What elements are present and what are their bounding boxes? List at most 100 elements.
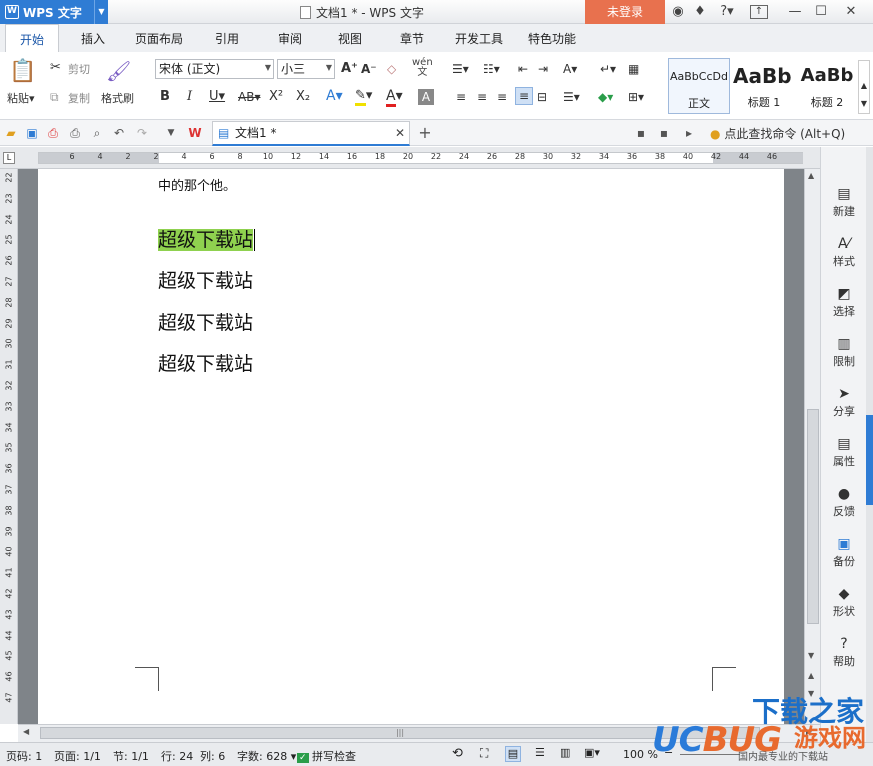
vertical-scroll-thumb[interactable]: [807, 409, 819, 624]
scissors-icon[interactable]: ✂: [50, 60, 61, 76]
tab-developer[interactable]: 开发工具: [455, 30, 503, 47]
tab-view[interactable]: 视图: [338, 30, 362, 47]
sidebar-item-style[interactable]: A⁄ 样式: [821, 235, 867, 269]
close-icon[interactable]: ✕: [395, 122, 405, 144]
styles-more-icon[interactable]: ▲ ▼: [858, 60, 870, 114]
numbering-icon[interactable]: ☷▾: [483, 61, 500, 77]
scroll-down-icon[interactable]: ▼: [808, 651, 814, 660]
login-button[interactable]: 未登录: [585, 0, 665, 24]
text-line[interactable]: 超级下载站: [158, 266, 253, 293]
copy-icon[interactable]: ⧉: [50, 89, 59, 105]
sidebar-item-share[interactable]: ➤ 分享: [821, 385, 867, 419]
text-line[interactable]: 超级下载站: [158, 308, 253, 335]
scroll-left-icon[interactable]: ◀: [23, 727, 29, 736]
bold-icon[interactable]: B: [160, 89, 170, 105]
subscript-icon[interactable]: X₂: [296, 89, 310, 105]
tab-page-layout[interactable]: 页面布局: [135, 30, 183, 47]
scroll-up-icon[interactable]: ▲: [808, 171, 814, 180]
tab-stop-icon[interactable]: L: [3, 152, 15, 164]
justify-icon[interactable]: ≡: [515, 87, 533, 105]
wps-w-icon[interactable]: W: [187, 125, 203, 141]
borders-icon[interactable]: ⊞▾: [628, 89, 644, 105]
reading-view-icon[interactable]: ▣▾: [584, 746, 600, 759]
revision-icon[interactable]: ⟲: [452, 746, 463, 761]
tab-references[interactable]: 引用: [215, 30, 239, 47]
upload-icon[interactable]: ↑: [750, 5, 768, 19]
vertical-ruler[interactable]: 22 23 24 25 26 27 28 29 30 31 32 33 34 35 36 37 38 39 40 41…: [0, 169, 18, 724]
line-spacing-icon[interactable]: ☰▾: [563, 89, 580, 105]
task-pane-edge[interactable]: [866, 147, 873, 744]
vertical-scrollbar[interactable]: ▲ ▼ ▲ ▼: [804, 169, 820, 724]
paragraph-mark-icon[interactable]: ↵▾: [600, 61, 616, 77]
skin-icon[interactable]: ◉: [670, 3, 686, 21]
shading-icon[interactable]: ◆▾: [598, 89, 613, 105]
font-size-select[interactable]: 小三 ▼: [277, 59, 335, 79]
sidebar-item-help[interactable]: ? 帮助: [821, 635, 867, 669]
page-view-icon[interactable]: ▤: [505, 746, 521, 762]
align-right-icon[interactable]: ≡: [497, 89, 507, 105]
text-line[interactable]: 超级下载站: [158, 349, 253, 376]
sidebar-item-properties[interactable]: ▤ 属性: [821, 435, 867, 469]
customize-icon[interactable]: ▼: [163, 125, 179, 141]
tab-insert[interactable]: 插入: [81, 30, 105, 47]
help-menu-icon[interactable]: ?▾: [716, 3, 738, 21]
tab-review[interactable]: 审阅: [278, 30, 302, 47]
phonetic-icon[interactable]: wén 文: [412, 58, 433, 78]
chevron-down-icon[interactable]: ▼: [94, 0, 108, 24]
format-painter-icon[interactable]: 🖌: [106, 58, 131, 84]
format-painter-button[interactable]: 格式刷: [101, 90, 134, 106]
status-word-count[interactable]: 字数: 628 ▾: [237, 748, 296, 764]
text-fragment[interactable]: 中的那个他。: [158, 175, 236, 194]
minimize-icon[interactable]: —: [786, 3, 804, 21]
paste-button[interactable]: 粘贴▾: [7, 90, 35, 106]
outline-view-icon[interactable]: ☰: [535, 746, 545, 759]
sidebar-item-restrict[interactable]: ▥ 限制: [821, 335, 867, 369]
sort-icon[interactable]: A▾: [563, 61, 577, 77]
italic-icon[interactable]: I: [187, 89, 192, 105]
strikethrough-icon[interactable]: AB▾: [238, 89, 260, 105]
fullscreen-icon[interactable]: ⛶: [480, 746, 488, 761]
close-icon[interactable]: ✕: [842, 3, 860, 21]
window-icon[interactable]: ▪: [633, 125, 649, 141]
align-center-icon[interactable]: ≡: [477, 89, 487, 105]
table-icon[interactable]: ▦: [628, 61, 639, 77]
sidebar-item-feedback[interactable]: ● 反馈: [821, 485, 867, 519]
status-spell-check[interactable]: ✓ 拼写检查: [297, 748, 356, 764]
new-tab-icon[interactable]: +: [417, 125, 433, 141]
grow-font-icon[interactable]: A⁺: [341, 61, 358, 77]
text-effect-icon[interactable]: A▾: [326, 88, 343, 104]
distributed-icon[interactable]: ⊟: [537, 89, 547, 105]
document-page[interactable]: 中的那个他。 超级下载站​ 超级下载站 超级下载站 超级下载站: [38, 169, 784, 724]
open-icon[interactable]: ▰: [3, 125, 19, 141]
style-normal[interactable]: AaBbCcDd 正文: [668, 58, 730, 114]
clear-format-icon[interactable]: ◇: [387, 61, 396, 77]
font-name-select[interactable]: 宋体 (正文) ▼: [155, 59, 274, 79]
command-search[interactable]: ● 点此查找命令 (Alt+Q): [710, 125, 845, 142]
sidebar-item-backup[interactable]: ▣ 备份: [821, 535, 867, 569]
undo-icon[interactable]: ↶: [111, 125, 127, 141]
sidebar-item-shape[interactable]: ◆ 形状: [821, 585, 867, 619]
app-menu-button[interactable]: W WPS 文字 ▼: [0, 0, 108, 24]
align-left-icon[interactable]: ≡: [456, 89, 466, 105]
print-icon[interactable]: ⎙: [67, 125, 83, 141]
print-preview-icon[interactable]: ⌕: [89, 125, 105, 141]
char-shading-icon[interactable]: A: [418, 89, 434, 105]
shrink-font-icon[interactable]: A⁻: [361, 61, 377, 77]
shirt-icon[interactable]: ♦: [692, 3, 708, 21]
sidebar-item-select[interactable]: ◩ 选择: [821, 285, 867, 319]
bullets-icon[interactable]: ☰▾: [452, 61, 469, 77]
underline-icon[interactable]: U▾: [209, 89, 225, 105]
maximize-icon[interactable]: ☐: [812, 3, 830, 21]
web-view-icon[interactable]: ▥: [560, 746, 570, 759]
decrease-indent-icon[interactable]: ⇤: [518, 61, 528, 77]
sidebar-item-new[interactable]: ▤ 新建: [821, 185, 867, 219]
redo-icon[interactable]: ↷: [134, 125, 150, 141]
text-line-selected[interactable]: 超级下载站​: [158, 225, 256, 252]
toggle-icon[interactable]: ▸: [681, 125, 697, 141]
save-icon[interactable]: ▣: [24, 125, 40, 141]
increase-indent-icon[interactable]: ⇥: [538, 61, 548, 77]
copy-button[interactable]: 复制: [68, 90, 90, 106]
document-tab[interactable]: ▤ 文档1 * ✕: [212, 121, 410, 146]
prev-page-icon[interactable]: ▲: [808, 671, 814, 680]
superscript-icon[interactable]: X²: [269, 89, 283, 105]
